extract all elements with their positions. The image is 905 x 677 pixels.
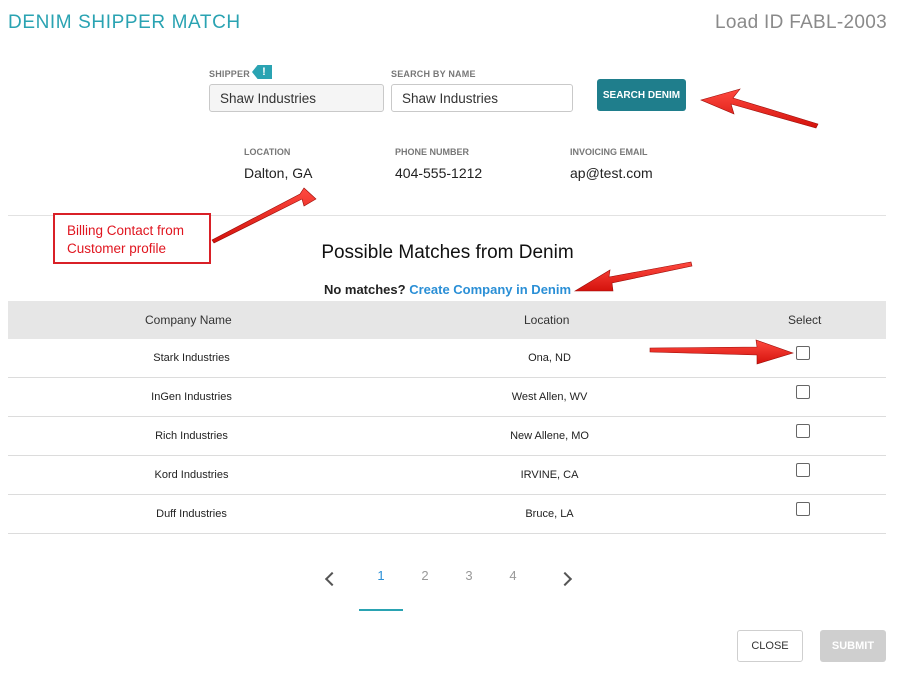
page-3[interactable]: 3	[456, 568, 482, 583]
column-location: Location	[524, 313, 570, 327]
warning-flag-icon: !	[252, 65, 272, 79]
phone-value: 404-555-1212	[395, 165, 483, 181]
matches-heading: Possible Matches from Denim	[321, 242, 574, 263]
no-matches-line: No matches? Create Company in Denim	[0, 282, 895, 297]
company-name-cell: Stark Industries	[153, 352, 230, 364]
location-cell: Ona, ND	[528, 352, 571, 364]
location-label: LOCATION	[244, 147, 291, 157]
company-name-cell: InGen Industries	[151, 391, 232, 403]
table-row: Rich Industries New Allene, MO	[8, 417, 886, 456]
phone-label: PHONE NUMBER	[395, 147, 470, 157]
table-header: Company Name Location Select	[8, 301, 886, 339]
select-checkbox[interactable]	[796, 346, 810, 360]
annotation-line-1: Billing Contact from	[67, 223, 185, 238]
email-value: ap@test.com	[570, 165, 653, 181]
page-2[interactable]: 2	[412, 568, 438, 583]
location-cell: New Allene, MO	[510, 430, 589, 442]
modal-title: DENIM SHIPPER MATCH	[8, 12, 241, 33]
column-company-name: Company Name	[145, 313, 232, 327]
create-company-link[interactable]: Create Company in Denim	[409, 282, 571, 297]
email-label: INVOICING EMAIL	[570, 147, 648, 157]
location-value: Dalton, GA	[244, 165, 313, 181]
select-checkbox[interactable]	[796, 385, 810, 399]
shipper-field[interactable]	[209, 84, 384, 112]
close-button[interactable]: CLOSE	[737, 630, 803, 662]
chevron-right-icon[interactable]	[557, 571, 573, 587]
arrow-search-icon	[700, 88, 819, 129]
select-checkbox[interactable]	[796, 502, 810, 516]
shipper-label: SHIPPER	[209, 69, 250, 79]
column-select: Select	[788, 313, 822, 327]
location-cell: West Allen, WV	[511, 391, 588, 403]
location-cell: Bruce, LA	[525, 508, 574, 520]
table-row: Stark Industries Ona, ND	[8, 339, 886, 378]
company-name-cell: Duff Industries	[156, 508, 227, 520]
location-cell: IRVINE, CA	[520, 469, 579, 481]
chevron-left-icon[interactable]	[324, 571, 340, 587]
search-input[interactable]	[391, 84, 573, 112]
table-row: InGen Industries West Allen, WV	[8, 378, 886, 417]
company-name-cell: Kord Industries	[154, 469, 229, 481]
page-1[interactable]: 1	[368, 568, 394, 583]
search-by-name-label: SEARCH BY NAME	[391, 69, 476, 79]
no-matches-text: No matches?	[323, 282, 406, 297]
table-row: Duff Industries Bruce, LA	[8, 495, 886, 534]
load-id: Load ID FABL-2003	[715, 12, 887, 33]
submit-button[interactable]: SUBMIT	[820, 630, 886, 662]
select-checkbox[interactable]	[796, 424, 810, 438]
search-denim-button[interactable]: SEARCH DENIM	[597, 79, 686, 111]
active-page-indicator	[359, 609, 403, 611]
page-4[interactable]: 4	[500, 568, 526, 583]
select-checkbox[interactable]	[796, 463, 810, 477]
table-row: Kord Industries IRVINE, CA	[8, 456, 886, 495]
company-name-cell: Rich Industries	[155, 430, 228, 442]
